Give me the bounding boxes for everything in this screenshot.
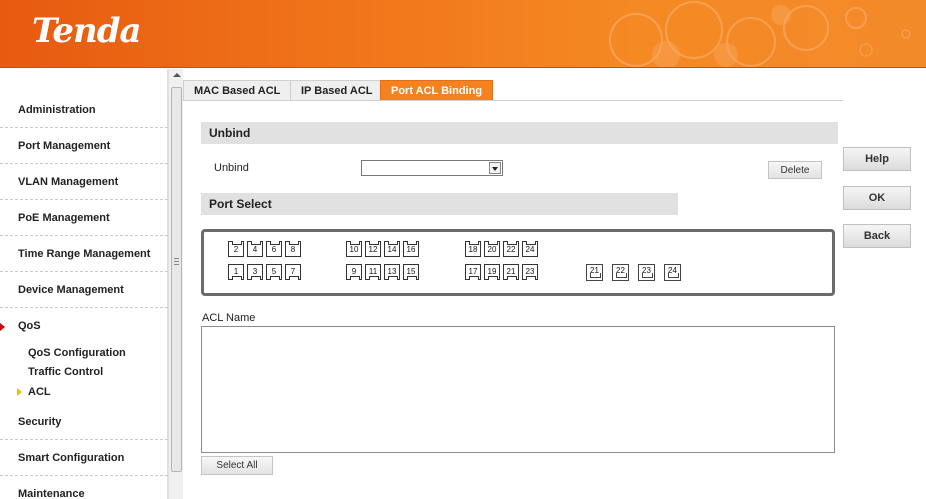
unbind-section-header: Unbind bbox=[201, 122, 838, 144]
unbind-field-label: Unbind bbox=[214, 162, 249, 174]
sidebar-scrollbar[interactable] bbox=[168, 69, 183, 499]
port-label: 1 bbox=[233, 267, 239, 276]
sidebar-item-vlan-management[interactable]: VLAN Management bbox=[0, 164, 168, 200]
sidebar-item-time-range-management[interactable]: Time Range Management bbox=[0, 236, 168, 272]
port-23[interactable]: 23 bbox=[522, 264, 538, 280]
sfp-port-23[interactable]: 23 bbox=[638, 264, 655, 281]
port-label: 14 bbox=[387, 245, 397, 254]
help-button[interactable]: Help bbox=[843, 147, 911, 171]
port-15[interactable]: 15 bbox=[403, 264, 419, 280]
port-label: 9 bbox=[351, 267, 357, 276]
port-17[interactable]: 17 bbox=[465, 264, 481, 280]
port-6[interactable]: 6 bbox=[266, 241, 282, 257]
acl-name-list[interactable] bbox=[201, 326, 835, 453]
port-label: 11 bbox=[368, 267, 378, 276]
port-2[interactable]: 2 bbox=[228, 241, 244, 257]
port-label: 2 bbox=[233, 245, 239, 254]
sidebar-item-administration[interactable]: Administration bbox=[0, 92, 168, 128]
sfp-label: 23 bbox=[642, 266, 651, 275]
port-label: 12 bbox=[368, 245, 378, 254]
dropdown-arrow-icon[interactable] bbox=[489, 162, 501, 174]
port-18[interactable]: 18 bbox=[465, 241, 481, 257]
port-1[interactable]: 1 bbox=[228, 264, 244, 280]
sidebar-subitem-qos-configuration[interactable]: QoS Configuration bbox=[28, 347, 126, 359]
port-label: 23 bbox=[525, 267, 535, 276]
port-16[interactable]: 16 bbox=[403, 241, 419, 257]
sidebar-item-port-management[interactable]: Port Management bbox=[0, 128, 168, 164]
sfp-port-22[interactable]: 22 bbox=[612, 264, 629, 281]
sidebar-subitem-acl[interactable]: ACL bbox=[28, 386, 51, 398]
qos-active-arrow-icon bbox=[0, 323, 5, 331]
port-select-section-header: Port Select bbox=[201, 193, 678, 215]
sfp-port-24[interactable]: 24 bbox=[664, 264, 681, 281]
back-button[interactable]: Back bbox=[843, 224, 911, 248]
ok-button[interactable]: OK bbox=[843, 186, 911, 210]
port-label: 13 bbox=[387, 267, 397, 276]
port-label: 15 bbox=[406, 267, 416, 276]
tenda-logo: Tenda bbox=[32, 11, 142, 51]
port-5[interactable]: 5 bbox=[266, 264, 282, 280]
port-label: 3 bbox=[252, 267, 258, 276]
select-all-button[interactable]: Select All bbox=[201, 456, 273, 475]
port-10[interactable]: 10 bbox=[346, 241, 362, 257]
sidebar-item-device-management[interactable]: Device Management bbox=[0, 272, 168, 308]
port-label: 19 bbox=[487, 267, 497, 276]
sfp-label: 22 bbox=[616, 266, 625, 275]
scrollbar-thumb[interactable] bbox=[171, 87, 182, 472]
tab-mac-based-acl[interactable]: MAC Based ACL bbox=[183, 80, 292, 100]
sfp-port-21[interactable]: 21 bbox=[586, 264, 603, 281]
port-14[interactable]: 14 bbox=[384, 241, 400, 257]
unbind-select[interactable] bbox=[361, 160, 503, 176]
sidebar-nav: Administration Port Management VLAN Mana… bbox=[0, 69, 168, 499]
tab-ip-based-acl[interactable]: IP Based ACL bbox=[290, 80, 384, 100]
header-decoration bbox=[609, 1, 911, 67]
sidebar-subitem-traffic-control[interactable]: Traffic Control bbox=[28, 366, 103, 378]
port-7[interactable]: 7 bbox=[285, 264, 301, 280]
sidebar-item-maintenance[interactable]: Maintenance bbox=[0, 476, 168, 499]
sfp-label: 24 bbox=[668, 266, 677, 275]
sidebar-item-poe-management[interactable]: PoE Management bbox=[0, 200, 168, 236]
port-19[interactable]: 19 bbox=[484, 264, 500, 280]
port-11[interactable]: 11 bbox=[365, 264, 381, 280]
tab-divider bbox=[183, 100, 843, 101]
header-banner: Tenda bbox=[0, 0, 926, 68]
port-label: 17 bbox=[468, 267, 478, 276]
port-panel: 2 4 6 8 10 12 14 16 18 20 22 24 1 3 5 7 … bbox=[201, 229, 835, 296]
tab-port-acl-binding[interactable]: Port ACL Binding bbox=[380, 80, 494, 100]
port-label: 10 bbox=[349, 245, 359, 254]
port-label: 22 bbox=[506, 245, 516, 254]
port-12[interactable]: 12 bbox=[365, 241, 381, 257]
port-label: 8 bbox=[290, 245, 296, 254]
port-label: 4 bbox=[252, 245, 258, 254]
acl-name-label: ACL Name bbox=[202, 312, 256, 324]
port-20[interactable]: 20 bbox=[484, 241, 500, 257]
port-13[interactable]: 13 bbox=[384, 264, 400, 280]
port-label: 24 bbox=[525, 245, 535, 254]
port-label: 16 bbox=[406, 245, 416, 254]
port-label: 18 bbox=[468, 245, 478, 254]
port-24[interactable]: 24 bbox=[522, 241, 538, 257]
port-21[interactable]: 21 bbox=[503, 264, 519, 280]
port-3[interactable]: 3 bbox=[247, 264, 263, 280]
grip-icon bbox=[174, 258, 179, 265]
port-4[interactable]: 4 bbox=[247, 241, 263, 257]
port-label: 7 bbox=[290, 267, 296, 276]
port-label: 5 bbox=[271, 267, 277, 276]
sidebar-item-qos[interactable]: QoS bbox=[0, 308, 168, 344]
port-22[interactable]: 22 bbox=[503, 241, 519, 257]
port-label: 21 bbox=[506, 267, 516, 276]
port-label: 6 bbox=[271, 245, 277, 254]
sfp-label: 21 bbox=[590, 266, 599, 275]
port-8[interactable]: 8 bbox=[285, 241, 301, 257]
port-label: 20 bbox=[487, 245, 497, 254]
acl-active-arrow-icon bbox=[17, 388, 22, 396]
port-9[interactable]: 9 bbox=[346, 264, 362, 280]
scroll-up-arrow-icon[interactable] bbox=[173, 73, 181, 77]
delete-button[interactable]: Delete bbox=[768, 161, 822, 179]
sidebar-item-security[interactable]: Security bbox=[0, 404, 168, 440]
sidebar-item-smart-configuration[interactable]: Smart Configuration bbox=[0, 440, 168, 476]
